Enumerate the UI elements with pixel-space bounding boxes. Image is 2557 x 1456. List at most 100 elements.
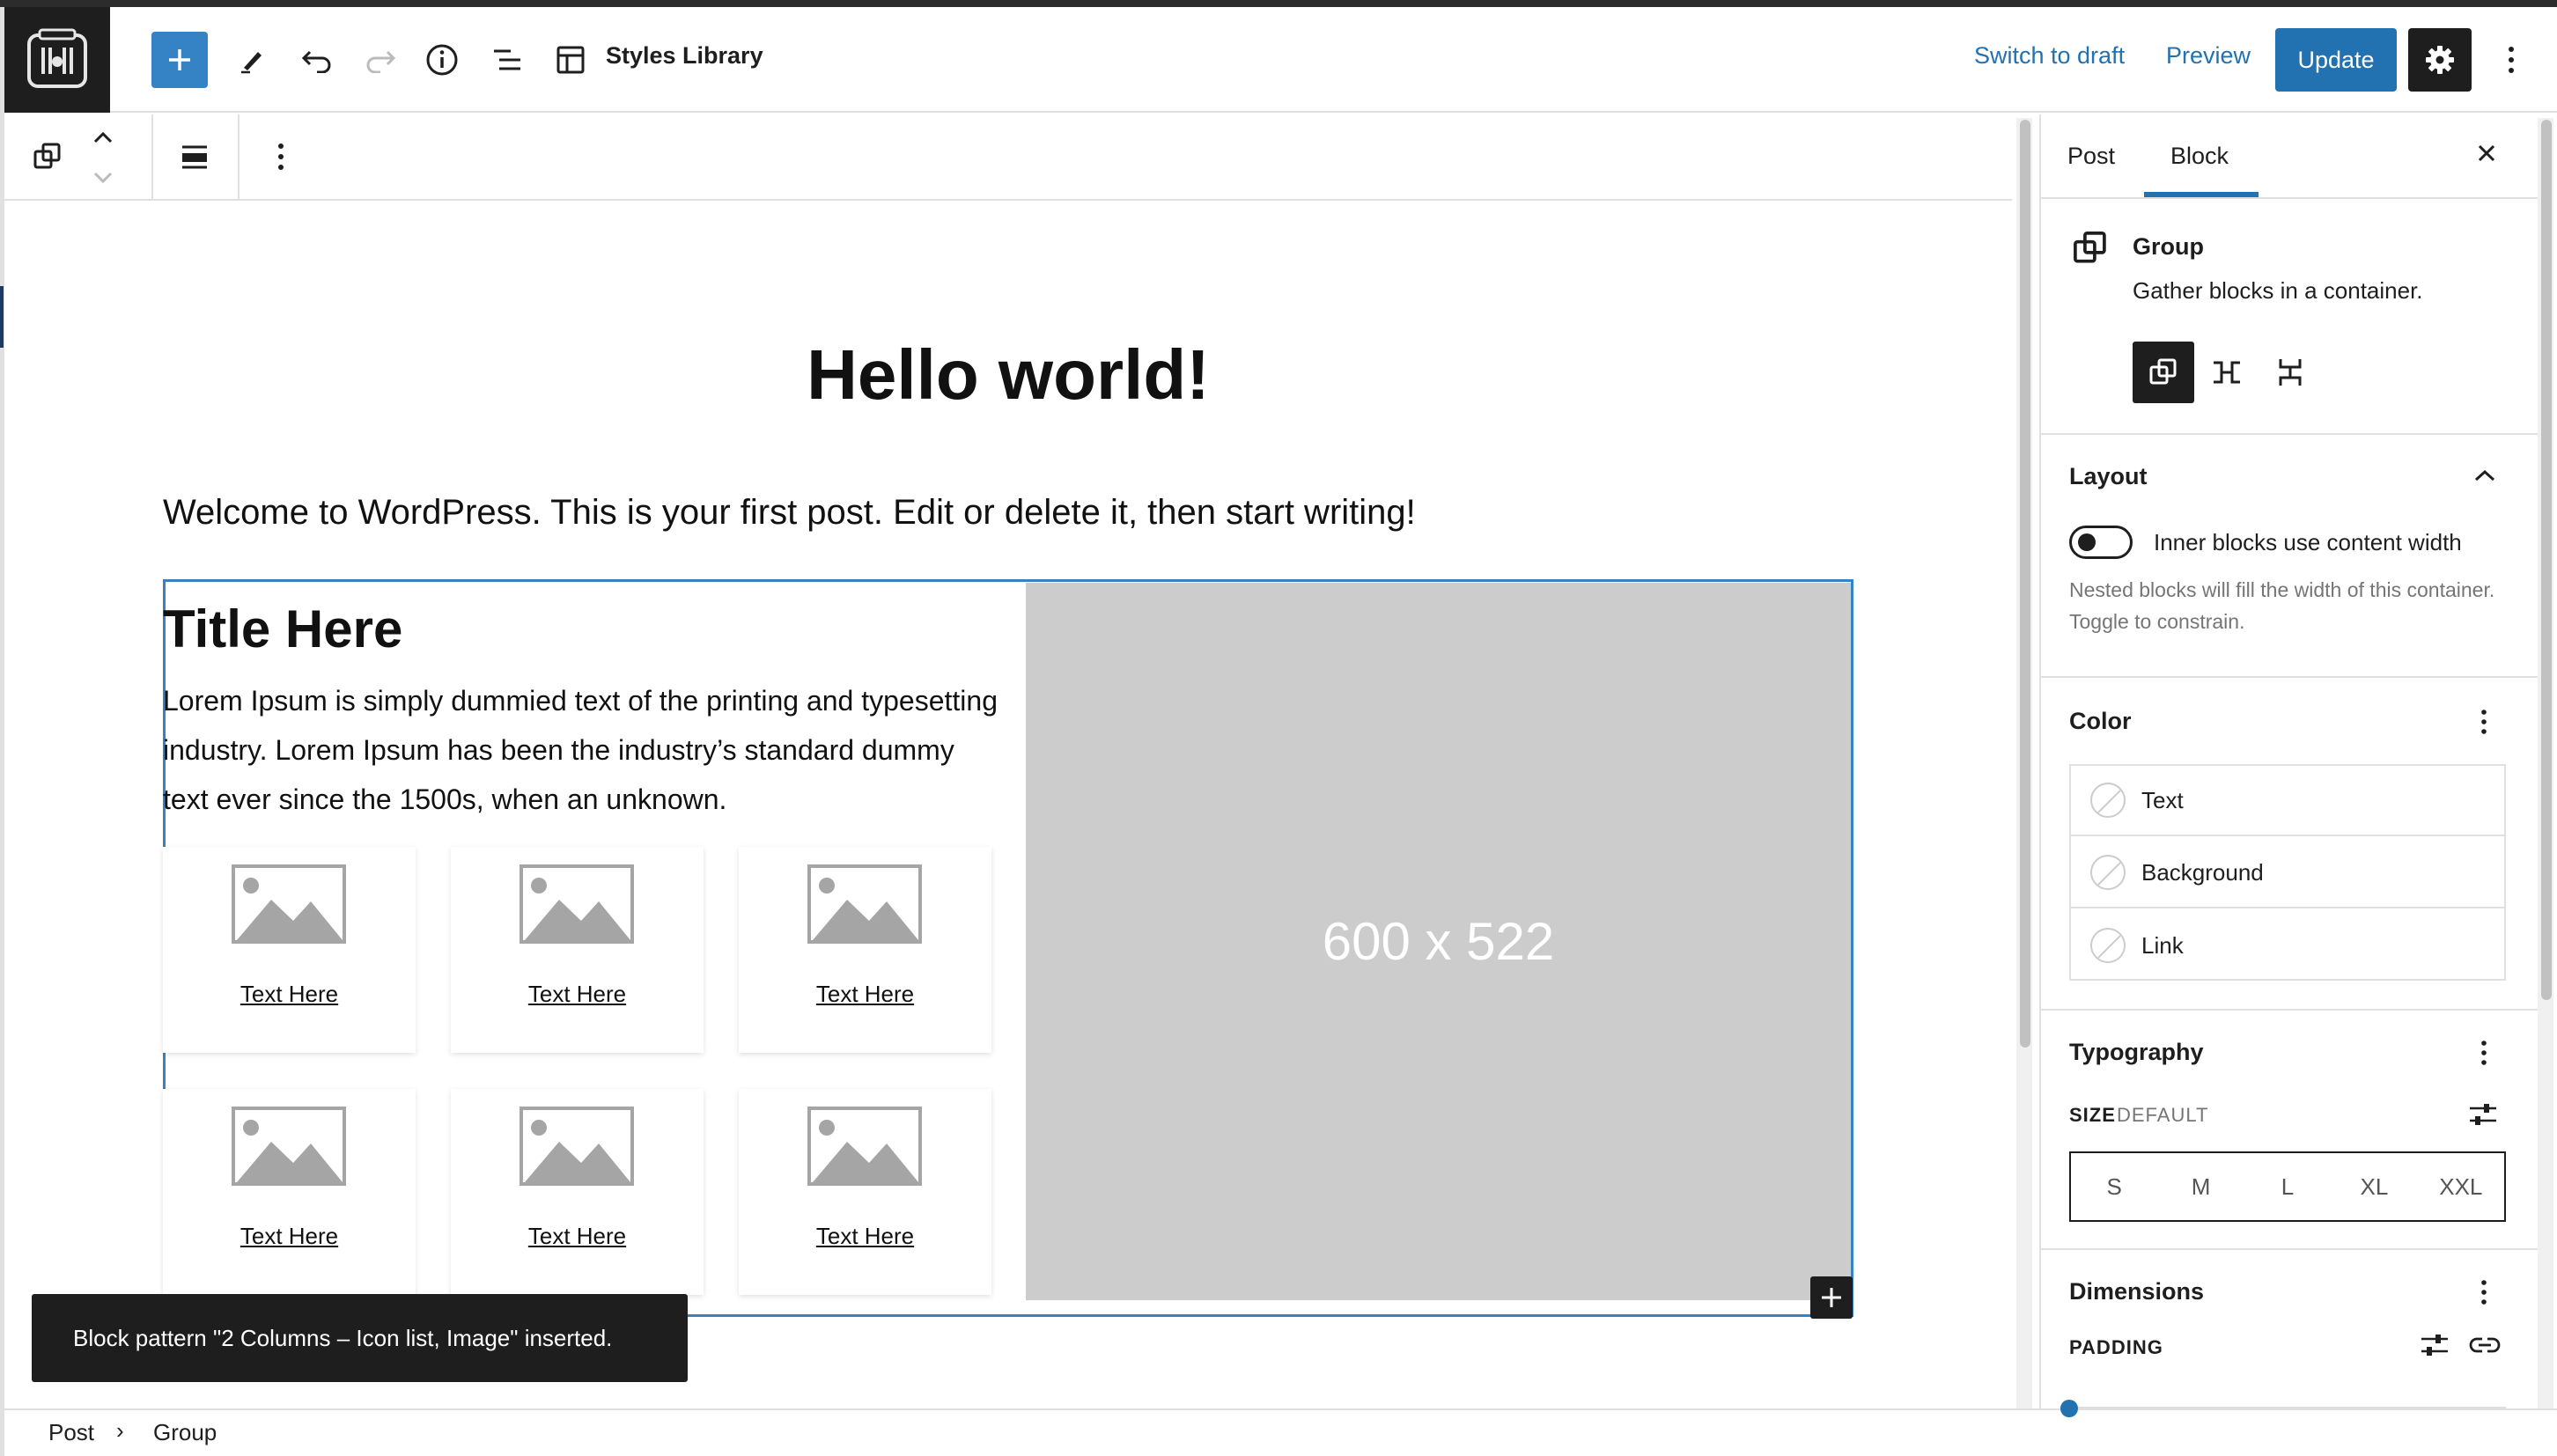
site-logo-icon xyxy=(27,28,87,88)
tab-block[interactable]: Block xyxy=(2170,143,2229,170)
variation-stack-button[interactable] xyxy=(2259,342,2321,403)
image-icon xyxy=(807,864,922,944)
color-item-label: Background xyxy=(2141,858,2264,886)
settings-sliders-icon xyxy=(2421,1335,2448,1356)
typography-options-button[interactable] xyxy=(2471,1035,2497,1070)
redo-icon xyxy=(366,50,396,73)
color-item-link[interactable]: Link xyxy=(2071,910,2504,981)
toggle-label: Inner blocks use content width xyxy=(2154,529,2462,555)
color-options-button[interactable] xyxy=(2471,704,2497,739)
breadcrumb-post[interactable]: Post xyxy=(48,1419,94,1446)
font-size-value: DEFAULT xyxy=(2117,1104,2209,1126)
add-block-button[interactable] xyxy=(151,32,208,88)
color-swatch-icon xyxy=(2090,855,2126,890)
pencil-icon xyxy=(241,52,262,74)
dimensions-panel-title: Dimensions xyxy=(2069,1278,2205,1305)
dimensions-options-button[interactable] xyxy=(2471,1275,2497,1310)
settings-button[interactable] xyxy=(2408,28,2472,92)
layout-panel-title[interactable]: Layout xyxy=(2069,463,2148,490)
card-label[interactable]: Text Here xyxy=(163,1223,416,1250)
font-size-option-m[interactable]: M xyxy=(2157,1173,2244,1201)
list-view-button[interactable] xyxy=(479,32,535,88)
icon-card[interactable]: Text Here xyxy=(739,847,991,1053)
chevron-up-icon xyxy=(93,131,113,143)
pattern-heading[interactable]: Title Here xyxy=(163,599,402,659)
more-vertical-icon xyxy=(2481,710,2487,734)
sidebar-scrollbar-thumb[interactable] xyxy=(2541,120,2552,1000)
group-icon xyxy=(2074,232,2106,263)
icon-card[interactable]: Text Here xyxy=(739,1089,991,1295)
row-icon xyxy=(2214,361,2240,384)
switch-to-draft-button[interactable]: Switch to draft xyxy=(1974,42,2125,70)
move-down-button[interactable] xyxy=(84,160,122,195)
font-size-option-xxl[interactable]: XXL xyxy=(2418,1173,2504,1201)
undo-button[interactable] xyxy=(289,32,345,88)
font-size-option-xl[interactable]: XL xyxy=(2331,1173,2417,1201)
icon-card[interactable]: Text Here xyxy=(451,1089,704,1295)
variation-group-button[interactable] xyxy=(2133,342,2194,403)
chevron-down-icon xyxy=(93,172,113,184)
template-button[interactable] xyxy=(542,32,599,88)
card-label[interactable]: Text Here xyxy=(451,981,704,1008)
tools-button[interactable] xyxy=(224,32,280,88)
snackbar-notice[interactable]: Block pattern "2 Columns – Icon list, Im… xyxy=(32,1294,688,1382)
group-icon xyxy=(2149,358,2177,385)
details-button[interactable] xyxy=(414,32,470,88)
window-left-edge xyxy=(0,7,4,1456)
canvas-scrollbar-thumb[interactable] xyxy=(2020,120,2030,1048)
document-title[interactable]: Styles Library xyxy=(606,42,763,70)
font-size-label: SIZE xyxy=(2069,1104,2116,1126)
more-vertical-icon xyxy=(2481,1280,2487,1305)
settings-sliders-icon xyxy=(2470,1104,2496,1125)
color-item-text[interactable]: Text xyxy=(2071,766,2504,836)
variation-row-button[interactable] xyxy=(2196,342,2258,403)
layout-icon xyxy=(556,46,585,74)
active-tab-indicator xyxy=(2144,192,2259,197)
post-paragraph[interactable]: Welcome to WordPress. This is your first… xyxy=(163,493,1416,533)
panel-divider xyxy=(2041,1248,2538,1250)
more-vertical-icon xyxy=(278,143,284,170)
image-icon xyxy=(520,1107,634,1186)
icon-card[interactable]: Text Here xyxy=(451,847,704,1053)
block-options-button[interactable] xyxy=(253,129,309,185)
card-label[interactable]: Text Here xyxy=(739,1223,991,1250)
plus-icon xyxy=(1822,1288,1841,1307)
pattern-paragraph[interactable]: Lorem Ipsum is simply dummied text of th… xyxy=(163,676,999,824)
image-placeholder[interactable]: 600 x 522 xyxy=(1026,583,1851,1300)
layout-collapse-button[interactable] xyxy=(2469,462,2501,489)
close-sidebar-button[interactable] xyxy=(2465,132,2508,174)
padding-custom-button[interactable] xyxy=(2417,1327,2452,1363)
padding-slider-handle[interactable] xyxy=(2060,1400,2078,1417)
color-item-background[interactable]: Background xyxy=(2071,838,2504,908)
breadcrumb-group[interactable]: Group xyxy=(153,1419,217,1446)
redo-button[interactable] xyxy=(352,32,409,88)
image-icon xyxy=(232,864,346,944)
image-icon xyxy=(232,1107,346,1186)
gear-icon xyxy=(2426,46,2454,74)
card-label[interactable]: Text Here xyxy=(739,981,991,1008)
font-size-option-s[interactable]: S xyxy=(2071,1173,2157,1201)
block-appender-button[interactable] xyxy=(1810,1276,1853,1319)
card-label[interactable]: Text Here xyxy=(451,1223,704,1250)
preview-button[interactable]: Preview xyxy=(2166,42,2251,70)
options-button[interactable] xyxy=(2483,32,2539,88)
padding-label: PADDING xyxy=(2069,1336,2163,1358)
site-logo-button[interactable] xyxy=(4,7,110,113)
custom-size-button[interactable] xyxy=(2465,1097,2501,1132)
tab-post[interactable]: Post xyxy=(2067,143,2115,170)
undo-icon xyxy=(301,50,331,73)
move-up-button[interactable] xyxy=(84,120,122,155)
card-label[interactable]: Text Here xyxy=(163,981,416,1008)
update-button[interactable]: Update xyxy=(2275,28,2397,92)
block-toolbar xyxy=(4,114,2012,201)
padding-slider-track[interactable] xyxy=(2069,1407,2506,1408)
align-button[interactable] xyxy=(166,129,223,185)
icon-card[interactable]: Text Here xyxy=(163,847,416,1053)
block-type-button[interactable] xyxy=(19,129,76,185)
typography-panel-title: Typography xyxy=(2069,1039,2204,1065)
font-size-option-l[interactable]: L xyxy=(2244,1173,2331,1201)
icon-card[interactable]: Text Here xyxy=(163,1089,416,1295)
post-title[interactable]: Hello world! xyxy=(0,335,2016,415)
padding-link-button[interactable] xyxy=(2465,1327,2504,1363)
font-size-picker: S M L XL XXL xyxy=(2069,1151,2506,1222)
